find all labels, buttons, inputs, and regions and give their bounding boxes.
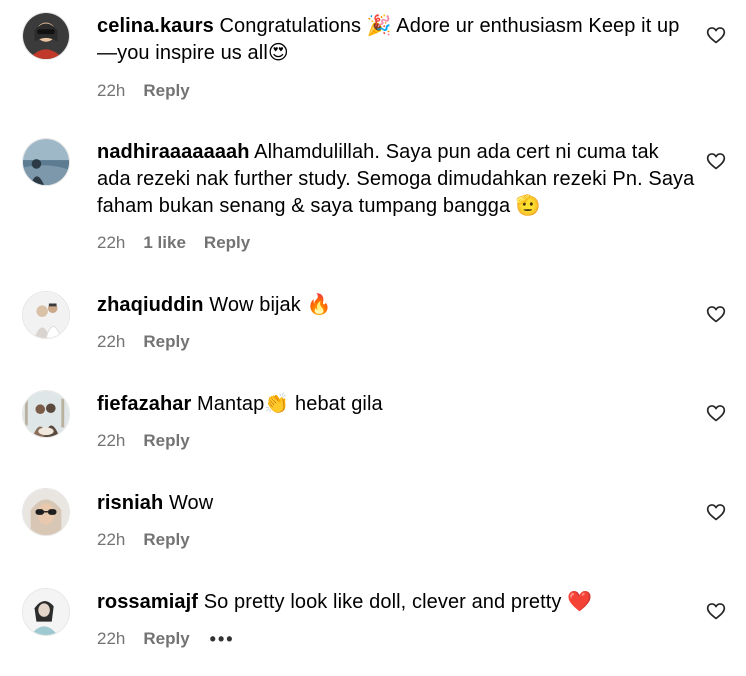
reply-button[interactable]: Reply <box>143 529 189 551</box>
comment: fiefazahar Mantap👏 hebat gila 22h Reply <box>0 379 746 478</box>
reply-button[interactable]: Reply <box>204 232 250 254</box>
avatar[interactable] <box>22 390 70 438</box>
comment-time[interactable]: 22h <box>97 80 125 102</box>
avatar-image <box>23 391 69 437</box>
comment-meta: 22h Reply ••• <box>97 628 235 650</box>
avatar-image <box>23 589 69 635</box>
avatar-image <box>23 489 69 535</box>
comment-time[interactable]: 22h <box>97 232 125 254</box>
comment-body: So pretty look like doll, clever and pre… <box>198 591 593 613</box>
heart-outline-icon[interactable] <box>706 601 726 621</box>
comment-time[interactable]: 22h <box>97 529 125 551</box>
comment: zhaqiuddin Wow bijak 🔥 22h Reply <box>0 280 746 379</box>
avatar-image <box>23 13 69 59</box>
comment-time[interactable]: 22h <box>97 628 125 650</box>
comment-text: nadhiraaaaaaah Alhamdulillah. Saya pun a… <box>97 139 697 220</box>
reply-button[interactable]: Reply <box>143 331 189 353</box>
comment-text: risniah Wow <box>97 490 697 517</box>
avatar[interactable] <box>22 488 70 536</box>
comment-text: celina.kaurs Congratulations 🎉 Adore ur … <box>97 13 697 67</box>
comment-meta: 22h Reply <box>97 80 190 102</box>
reply-button[interactable]: Reply <box>143 430 189 452</box>
comment-meta: 22h Reply <box>97 331 190 353</box>
comment-meta: 22h Reply <box>97 529 190 551</box>
heart-outline-icon[interactable] <box>706 151 726 171</box>
comment-username[interactable]: nadhiraaaaaaah <box>97 141 250 163</box>
heart-outline-icon[interactable] <box>706 25 726 45</box>
avatar[interactable] <box>22 138 70 186</box>
comment: risniah Wow 22h Reply <box>0 478 746 577</box>
like-count[interactable]: 1 like <box>143 232 186 254</box>
comment-time[interactable]: 22h <box>97 430 125 452</box>
comment-username[interactable]: zhaqiuddin <box>97 294 204 316</box>
avatar-image <box>23 139 69 185</box>
comment-meta: 22h Reply <box>97 430 190 452</box>
comment-text: fiefazahar Mantap👏 hebat gila <box>97 391 697 418</box>
avatar[interactable] <box>22 12 70 60</box>
heart-outline-icon[interactable] <box>706 304 726 324</box>
heart-outline-icon[interactable] <box>706 502 726 522</box>
avatar-image <box>23 292 69 338</box>
comment-username[interactable]: celina.kaurs <box>97 15 214 37</box>
comment: rossamiajf So pretty look like doll, cle… <box>0 577 746 676</box>
avatar[interactable] <box>22 588 70 636</box>
comment-text: zhaqiuddin Wow bijak 🔥 <box>97 292 697 319</box>
avatar[interactable] <box>22 291 70 339</box>
comment: nadhiraaaaaaah Alhamdulillah. Saya pun a… <box>0 120 746 280</box>
comment-body: Wow <box>163 492 214 514</box>
reply-button[interactable]: Reply <box>143 80 189 102</box>
comment-body: Wow bijak 🔥 <box>203 294 332 316</box>
more-options-icon[interactable]: ••• <box>210 628 235 650</box>
comment-meta: 22h 1 like Reply <box>97 232 250 254</box>
reply-button[interactable]: Reply <box>143 628 189 650</box>
comment: celina.kaurs Congratulations 🎉 Adore ur … <box>0 0 746 120</box>
comment-time[interactable]: 22h <box>97 331 125 353</box>
comment-username[interactable]: risniah <box>97 492 163 514</box>
comment-username[interactable]: rossamiajf <box>97 591 198 613</box>
heart-outline-icon[interactable] <box>706 403 726 423</box>
comment-text: rossamiajf So pretty look like doll, cle… <box>97 589 697 616</box>
comment-body: Mantap👏 hebat gila <box>191 393 383 415</box>
comment-username[interactable]: fiefazahar <box>97 393 191 415</box>
